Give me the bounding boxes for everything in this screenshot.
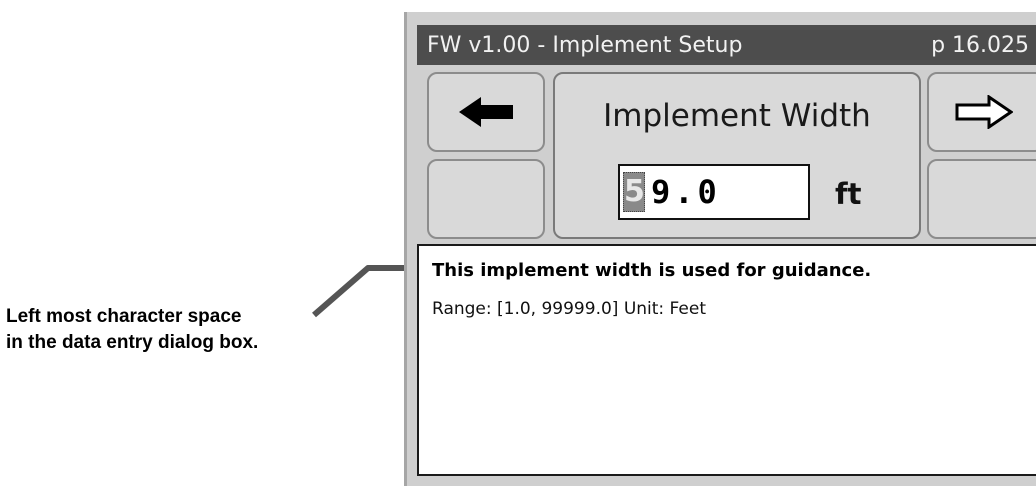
prev-button[interactable]	[427, 72, 545, 152]
entry-value: 9.0	[651, 173, 721, 211]
help-text-box: This implement width is used for guidanc…	[417, 244, 1036, 476]
help-range: Range: [1.0, 99999.0] Unit: Feet	[432, 299, 706, 319]
cursor-character[interactable]: 5	[623, 172, 645, 212]
next-button[interactable]	[927, 72, 1036, 152]
right-empty-button[interactable]	[927, 159, 1036, 239]
arrow-left-icon	[459, 97, 513, 127]
unit-label: ft	[835, 177, 862, 211]
left-empty-button[interactable]	[427, 159, 545, 239]
page-number: p 16.025	[931, 32, 1029, 58]
title-bar: FW v1.00 - Implement Setup p 16.025	[417, 25, 1036, 65]
device-bottom-edge	[417, 476, 1036, 486]
help-description: This implement width is used for guidanc…	[432, 260, 872, 281]
parameter-title: Implement Width	[603, 98, 871, 134]
screen-title: FW v1.00 - Implement Setup	[427, 32, 743, 58]
data-entry-field[interactable]: 5 9.0	[618, 164, 810, 220]
device-screen: FW v1.00 - Implement Setup p 16.025 Impl…	[404, 12, 1036, 486]
data-entry-panel: Implement Width 5 9.0 ft	[553, 72, 921, 239]
arrow-right-icon	[955, 95, 1013, 129]
